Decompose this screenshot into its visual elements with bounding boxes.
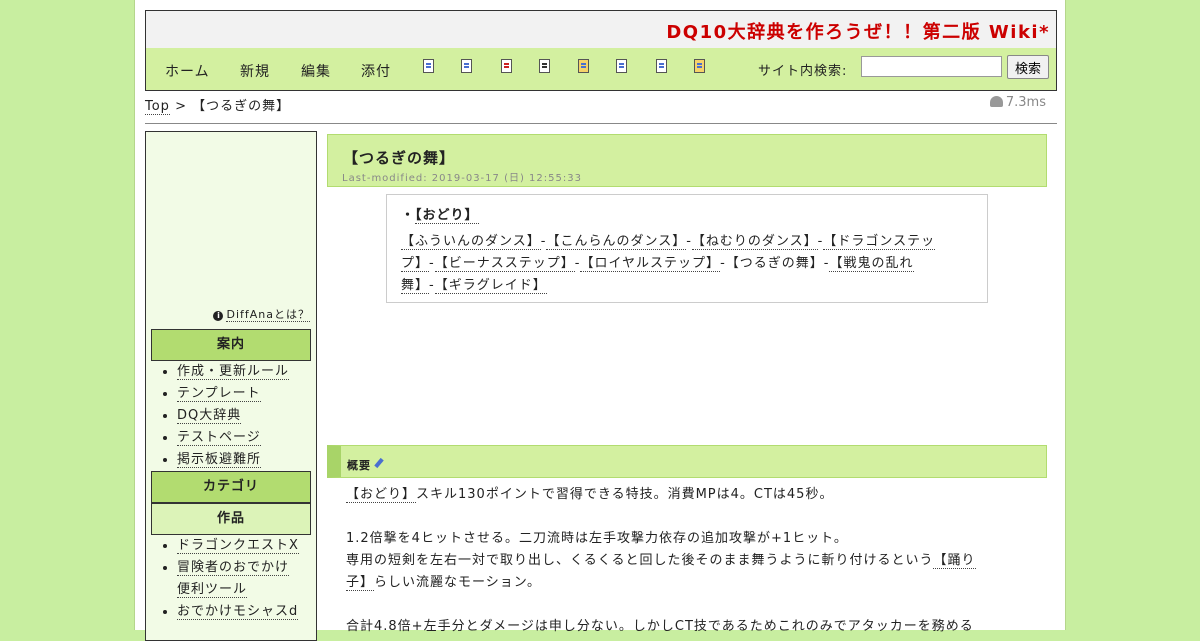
list-item: 作成・更新ルール [177,361,290,383]
gauge-icon [989,96,1003,107]
breadcrumb: Top > 【つるぎの舞】 [145,95,291,115]
related-bullet: ・ [401,208,416,223]
related-links-box: ・【おどり】 【ふういんのダンス】-【こんらんのダンス】-【ねむりのダンス】-【… [386,194,988,303]
related-links: 【ふういんのダンス】-【こんらんのダンス】-【ねむりのダンス】-【ドラゴンステッ… [401,231,976,297]
search-button[interactable]: 検索 [1007,55,1049,79]
paragraph-text: 専用の短剣を左右一対で取り出し、くるくると回した後そのまま舞うように斬り付けると… [346,553,934,568]
related-link[interactable]: 【ふういんのダンス】 [401,234,541,250]
header-divider [145,123,1057,124]
related-title: ・【おどり】 [401,204,479,224]
backup-icon[interactable] [461,59,472,73]
nav-edit-link[interactable]: 編集 [301,61,331,81]
search-label: サイト内検索: [758,64,848,79]
sidebar-item-rules[interactable]: 作成・更新ルール [177,364,290,380]
page-title: 【つるぎの舞】 [343,149,456,167]
paragraph-text: 1.2倍撃を4ヒットさせる。二刀流時は左手攻撃力依存の追加攻撃が+1ヒット。 [346,531,848,546]
breadcrumb-top-link[interactable]: Top [145,99,170,115]
sidebar-item-bbs-refuge[interactable]: 掲示板避難所 [177,452,262,468]
sidebar-item-dq10[interactable]: ドラゴンクエストX [177,538,299,554]
list-item: 掲示板避難所 [177,449,289,471]
related-link[interactable]: 【ドラゴンステッ [823,234,936,250]
paragraph-text: らしい流麗なモーション。 [374,575,541,590]
list-icon[interactable] [656,59,667,73]
sidebar-heading-guide: 案内 [151,329,311,361]
paragraph-2: 1.2倍撃を4ヒットさせる。二刀流時は左手攻撃力依存の追加攻撃が+1ヒット。 専… [346,528,1036,594]
lock-icon[interactable] [578,59,589,73]
related-link[interactable]: 【戦鬼の乱れ [829,256,914,272]
sidebar-item-dq-dictionary[interactable]: DQ大辞典 [177,408,242,424]
nav-attach-link[interactable]: 添付 [361,61,391,81]
section-title-text: 概要 [347,459,371,472]
last-modified: Last-modified: 2019-03-17 (日) 12:55:33 [342,173,582,184]
sidebar-item-template[interactable]: テンプレート [177,386,261,402]
sidebar-item-tools[interactable]: 便利ツール [177,582,248,598]
sidebar: iDiffAnaとは？ 案内 作成・更新ルール テンプレート DQ大辞典 テスト… [145,131,317,641]
sidebar-guide-list: 作成・更新ルール テンプレート DQ大辞典 テストページ 掲示板避難所 [177,361,290,471]
main-nav-bar: ホーム 新規 編集 添付 サイト内検索: 検索 [145,48,1057,91]
sidebar-works-list: ドラゴンクエストX 冒険者のおでかけ便利ツール おでかけモシャスd [177,535,299,623]
sidebar-item-mosyas[interactable]: おでかけモシャスd [177,604,299,620]
ad-note: i DiffAnaとは？ [213,306,310,322]
related-link[interactable]: 【こんらんのダンス】 [546,234,687,250]
section-heading-overview: 概要 [327,445,1047,478]
page-title-block: 【つるぎの舞】 Last-modified: 2019-03-17 (日) 12… [327,134,1047,187]
sidebar-heading-category: カテゴリ [151,471,311,503]
list-item: DQ大辞典 [177,405,289,427]
delete-icon[interactable] [501,59,512,73]
sidebar-heading-works: 作品 [151,503,311,535]
pencil-icon[interactable] [374,457,384,469]
related-current: 【つるぎの舞】 [725,256,824,271]
info-icon: i [213,311,224,321]
breadcrumb-separator: > [175,99,187,114]
nav-home-link[interactable]: ホーム [165,61,210,81]
related-link[interactable]: 舞】 [401,278,430,294]
list-item: おでかけモシャスd [177,601,299,623]
save-icon[interactable] [539,59,550,73]
render-time-value: 7.3ms [1005,95,1046,110]
related-link[interactable]: 【ギラグレイド】 [434,278,547,294]
sidebar-item-odekake[interactable]: 冒険者のおでかけ [177,560,290,576]
page-container: DQ10大辞典を作ろうぜ！！第二版 Wiki* ホーム 新規 編集 添付 サイト… [134,0,1066,641]
header-title-bar: DQ10大辞典を作ろうぜ！！第二版 Wiki* [145,10,1057,49]
odoriko-link[interactable]: 子】 [346,575,375,591]
nav-new-link[interactable]: 新規 [240,61,270,81]
link-separator: - [429,278,435,293]
odoriko-link[interactable]: 【踊り [933,553,976,569]
help-icon[interactable] [694,59,705,73]
paragraph-text: スキル130ポイントで習得できる特技。消費MPは4。CTは45秒。 [416,487,834,502]
sidebar-item-test-page[interactable]: テストページ [177,430,261,446]
related-link[interactable]: プ】 [401,256,430,272]
related-link[interactable]: 【ねむりのダンス】 [691,234,818,250]
site-title-link[interactable]: DQ10大辞典を作ろうぜ！！第二版 Wiki* [666,18,1050,44]
list-item: テストページ [177,427,289,449]
breadcrumb-current: 【つるぎの舞】 [192,99,291,114]
list-item: テンプレート [177,383,289,405]
paragraph-text: 合計4.8倍+左手分とダメージは申し分ない。しかしCT技であるためこれのみでアタ… [346,619,974,634]
paragraph-1: 【おどり】スキル130ポイントで習得できる特技。消費MPは4。CTは45秒。 [346,484,1036,506]
related-category-link[interactable]: 【おどり】 [415,208,479,224]
site-search-input[interactable] [861,56,1002,77]
odori-link[interactable]: 【おどり】 [346,487,417,503]
link-separator: - [429,256,435,271]
related-link[interactable]: 【ビーナスステップ】 [434,256,575,272]
copy-icon[interactable] [616,59,627,73]
diff-icon[interactable] [423,59,434,73]
diffana-link[interactable]: DiffAnaとは？ [226,308,310,322]
paragraph-3: 合計4.8倍+左手分とダメージは申し分ない。しかしCT技であるためこれのみでアタ… [346,616,1036,638]
list-item: 冒険者のおでかけ便利ツール [177,557,299,601]
related-link[interactable]: 【ロイヤルステップ】 [580,256,721,272]
list-item: ドラゴンクエストX [177,535,299,557]
render-time: 7.3ms [989,95,1046,110]
section-title: 概要 [347,457,384,473]
